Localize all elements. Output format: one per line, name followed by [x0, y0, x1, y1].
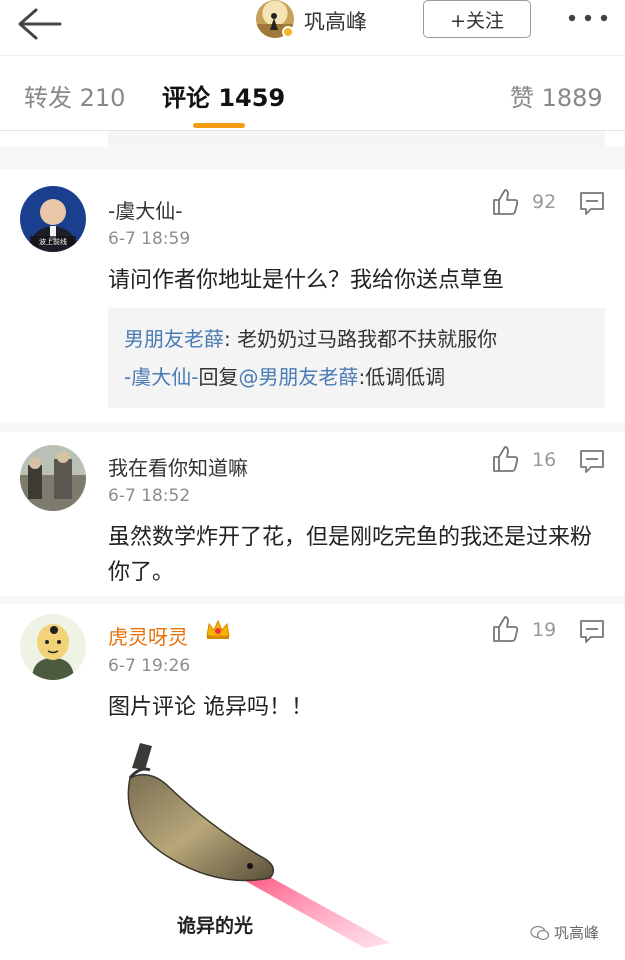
- reply-author[interactable]: 男朋友老薛: [124, 327, 224, 351]
- comment-image-fish[interactable]: [110, 738, 400, 948]
- comment-text: 虽然数学炸开了花，但是刚吃完鱼的我还是过来粉你了。: [108, 525, 593, 585]
- reply-author[interactable]: -虞大仙-: [124, 365, 198, 389]
- thumbs-up-icon[interactable]: [490, 187, 520, 217]
- comment-text: 图片评论 诡异吗！！: [108, 695, 313, 720]
- avatar-caption: 波上前线: [39, 237, 67, 246]
- reply-icon[interactable]: [578, 617, 606, 645]
- like-count: 19: [532, 619, 557, 641]
- section-separator: [0, 596, 625, 604]
- comment-time: 6-7 19:26: [108, 656, 191, 676]
- top-bar: 巩高峰 +关注: [0, 0, 625, 50]
- follow-button[interactable]: +关注: [423, 0, 531, 38]
- watermark-text: 巩高峰: [554, 924, 600, 942]
- watermark: 巩高峰: [530, 922, 599, 943]
- commenter-name[interactable]: 虎灵呀灵: [108, 621, 188, 650]
- like-count: 16: [532, 449, 557, 471]
- comment-time: 6-7 18:52: [108, 486, 191, 506]
- crown-badge-icon: [206, 619, 230, 639]
- reply-icon[interactable]: [578, 447, 606, 475]
- reply-text: : 老奶奶过马路我都不扶就服你: [224, 327, 498, 351]
- comment-time: 6-7 18:59: [108, 229, 191, 249]
- like-count: 92: [532, 191, 557, 213]
- section-separator: [0, 147, 625, 169]
- more-options-icon[interactable]: [566, 8, 610, 28]
- verified-badge-icon: [282, 26, 294, 38]
- account-name[interactable]: 巩高峰: [304, 6, 367, 36]
- tab-bar: 转发 210 评论 1459 赞 1889: [0, 55, 625, 133]
- commenter-avatar[interactable]: 波上前线: [20, 186, 86, 252]
- reply-icon[interactable]: [578, 189, 606, 217]
- reply-item: -虞大仙-回复@男朋友老薛:低调低调: [124, 358, 589, 396]
- thumbs-up-icon[interactable]: [490, 444, 520, 474]
- tab-comment[interactable]: 评论 1459: [162, 78, 285, 113]
- commenter-avatar[interactable]: [20, 614, 86, 680]
- reply-text: :低调低调: [358, 365, 446, 389]
- comment-text: 请问作者你地址是什么？我给你送点草鱼: [108, 268, 505, 293]
- commenter-name[interactable]: 我在看你知道嘛: [108, 452, 248, 481]
- reply-mention[interactable]: @男朋友老薛: [238, 365, 358, 389]
- back-arrow-icon[interactable]: [16, 6, 64, 42]
- commenter-name[interactable]: -虞大仙-: [108, 195, 182, 224]
- tab-like[interactable]: 赞 1889: [510, 78, 603, 113]
- reply-box[interactable]: 男朋友老薛: 老奶奶过马路我都不扶就服你 -虞大仙-回复@男朋友老薛:低调低调: [108, 308, 605, 408]
- commenter-avatar[interactable]: [20, 445, 86, 511]
- wechat-icon: [530, 925, 550, 940]
- active-tab-indicator: [193, 123, 245, 128]
- tab-repost[interactable]: 转发 210: [24, 78, 125, 113]
- collapsed-content-strip: [108, 131, 605, 147]
- section-separator: [0, 422, 625, 432]
- reply-item: 男朋友老薛: 老奶奶过马路我都不扶就服你: [124, 320, 589, 358]
- thumbs-up-icon[interactable]: [490, 614, 520, 644]
- image-caption: 诡异的光: [177, 915, 254, 937]
- reply-verb: 回复: [198, 365, 239, 389]
